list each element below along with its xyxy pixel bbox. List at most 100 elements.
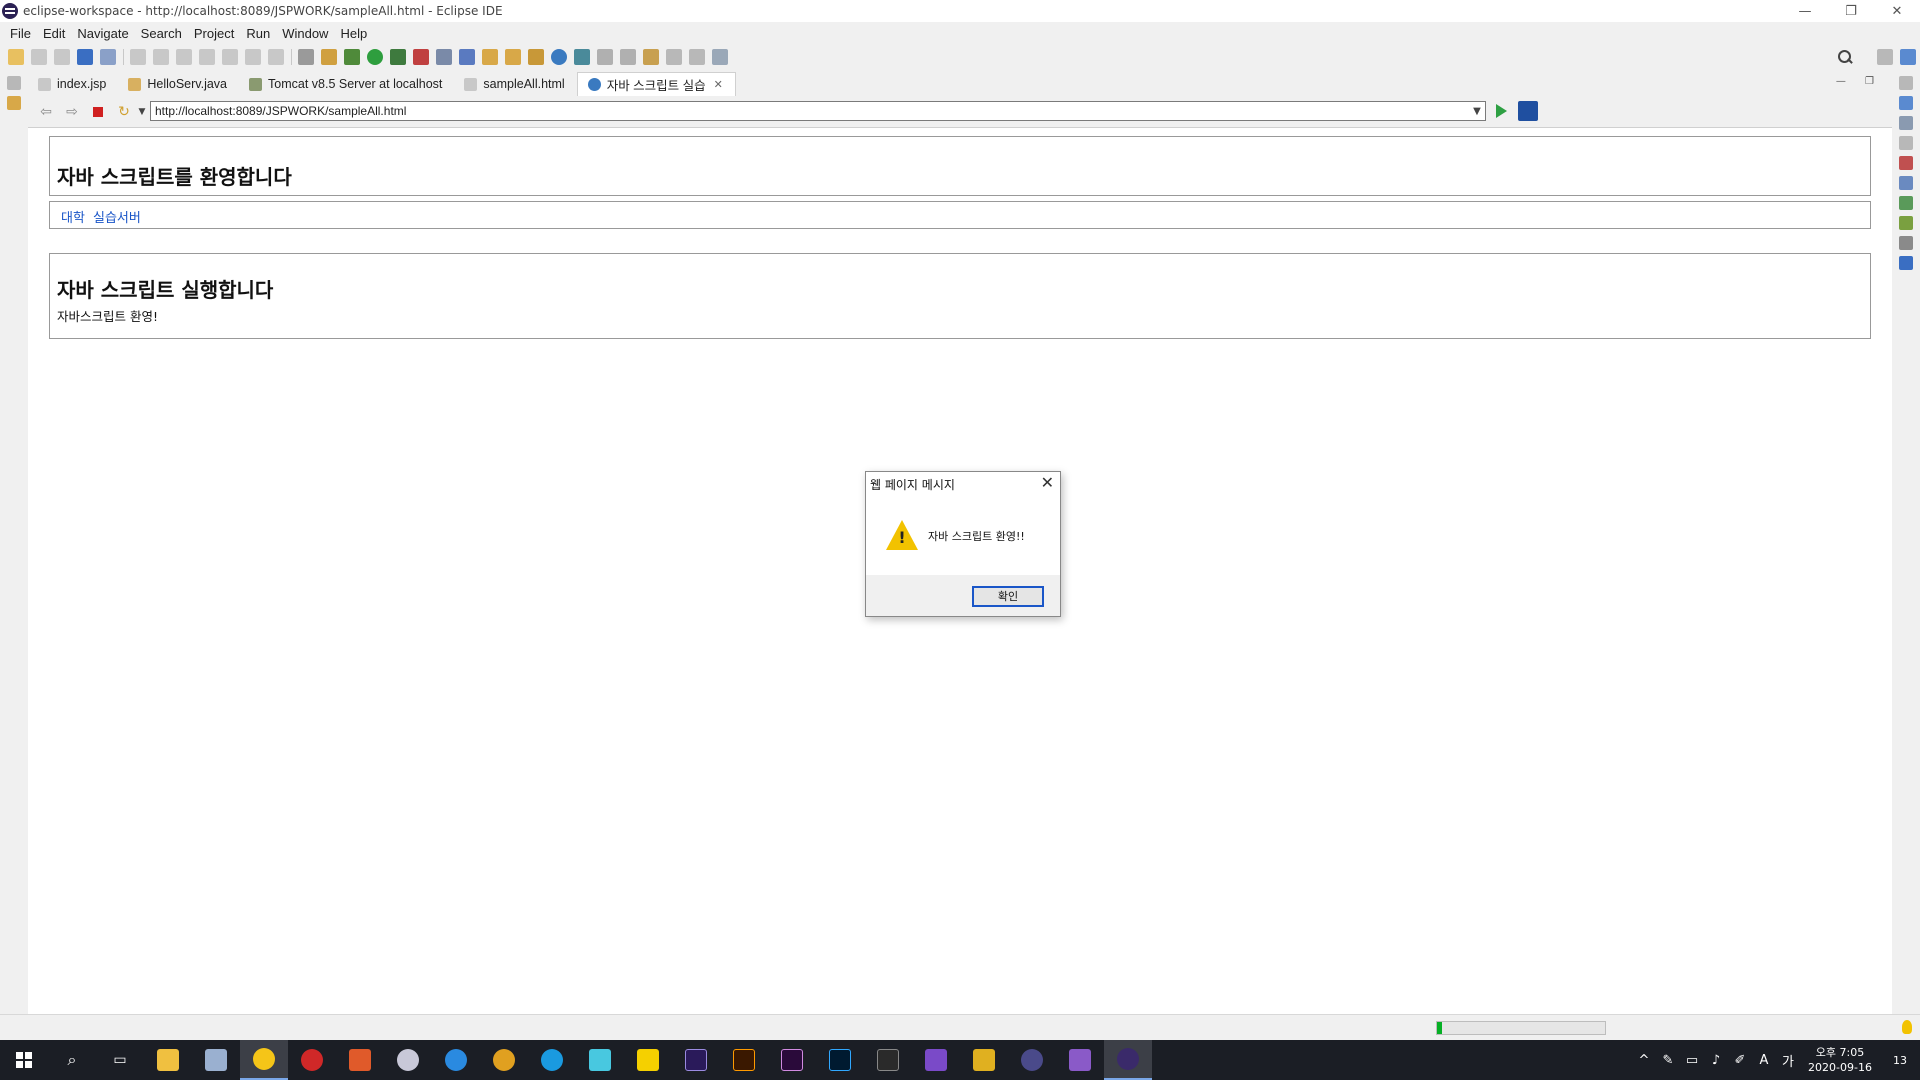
coverage-icon[interactable]	[390, 49, 406, 65]
app-icon[interactable]	[1056, 1040, 1104, 1080]
network-icon[interactable]: ▭	[1680, 1053, 1704, 1068]
menu-file[interactable]: File	[4, 26, 37, 41]
debug-icon[interactable]	[344, 49, 360, 65]
sticky-notes-icon[interactable]	[240, 1040, 288, 1080]
menu-run[interactable]: Run	[240, 26, 276, 41]
use-step-filters-icon[interactable]	[298, 49, 314, 65]
open-web-browser-icon[interactable]	[551, 49, 567, 65]
notification-center-icon[interactable]: 13	[1880, 1040, 1920, 1080]
terminal-icon[interactable]	[77, 49, 93, 65]
kakaotalk-icon[interactable]	[624, 1040, 672, 1080]
chrome-icon[interactable]	[480, 1040, 528, 1080]
eclipse-running-icon[interactable]	[1104, 1040, 1152, 1080]
terminal-app-icon[interactable]	[864, 1040, 912, 1080]
ink-icon[interactable]: ✐	[1728, 1053, 1752, 1068]
search-taskbar-icon[interactable]: ⌕	[48, 1040, 96, 1080]
restore-view-icon[interactable]	[7, 76, 21, 90]
app-icon[interactable]	[384, 1040, 432, 1080]
nav-link-university[interactable]: 대학	[61, 207, 85, 226]
tab-tomcat-server[interactable]: Tomcat v8.5 Server at localhost	[239, 72, 454, 96]
input-mode-indicator[interactable]: A	[1752, 1053, 1776, 1068]
run-icon[interactable]	[367, 49, 383, 65]
app-icon[interactable]	[192, 1040, 240, 1080]
terminate-icon[interactable]	[176, 49, 192, 65]
tab-helloserv-java[interactable]: HelloServ.java	[118, 72, 239, 96]
save-all-icon[interactable]	[54, 49, 70, 65]
tab-close-icon[interactable]: ✕	[714, 78, 723, 91]
open-perspective-icon[interactable]	[1877, 49, 1893, 65]
go-icon[interactable]	[1496, 104, 1507, 118]
edge-icon[interactable]	[528, 1040, 576, 1080]
ime-icon[interactable]: 가	[1776, 1051, 1800, 1070]
outline-icon[interactable]	[1899, 96, 1913, 110]
back-arrow-icon[interactable]: ⇦	[38, 104, 54, 120]
restore-view-icon[interactable]	[1899, 76, 1913, 90]
photoshop-icon[interactable]	[816, 1040, 864, 1080]
menu-window[interactable]: Window	[276, 26, 334, 41]
pin-editor-icon[interactable]	[712, 49, 728, 65]
url-input[interactable]: http://localhost:8089/JSPWORK/sampleAll.…	[150, 101, 1486, 121]
search-tool-icon[interactable]	[528, 49, 544, 65]
internet-explorer-icon[interactable]	[432, 1040, 480, 1080]
new-server-icon[interactable]	[436, 49, 452, 65]
web-services-icon[interactable]	[574, 49, 590, 65]
refresh-icon[interactable]: ↻	[116, 104, 132, 120]
after-effects-icon[interactable]	[672, 1040, 720, 1080]
menu-edit[interactable]: Edit	[37, 26, 71, 41]
illustrator-icon[interactable]	[720, 1040, 768, 1080]
stop-icon[interactable]	[90, 104, 106, 120]
properties-icon[interactable]	[1899, 176, 1913, 190]
app-icon[interactable]	[576, 1040, 624, 1080]
resume-icon[interactable]	[130, 49, 146, 65]
skip-breakpoints-icon[interactable]	[100, 49, 116, 65]
url-history-dropdown-icon[interactable]: ▼	[1468, 101, 1486, 121]
open-task-icon[interactable]	[505, 49, 521, 65]
dialog-close-icon[interactable]: ✕	[1041, 473, 1054, 492]
clock[interactable]: 오후 7:05 2020-09-16	[1800, 1045, 1880, 1075]
open-type-icon[interactable]	[482, 49, 498, 65]
suspend-icon[interactable]	[153, 49, 169, 65]
app-icon[interactable]	[960, 1040, 1008, 1080]
visual-studio-icon[interactable]	[912, 1040, 960, 1080]
media-player-icon[interactable]	[288, 1040, 336, 1080]
chevron-up-icon[interactable]: ^	[1632, 1053, 1656, 1068]
volume-icon[interactable]: ♪	[1704, 1053, 1728, 1068]
step-into-icon[interactable]	[222, 49, 238, 65]
restore-button[interactable]: ❐	[1828, 0, 1874, 22]
forward-icon[interactable]	[689, 49, 705, 65]
console-icon[interactable]	[1899, 256, 1913, 270]
save-icon[interactable]	[31, 49, 47, 65]
new-icon[interactable]	[8, 49, 24, 65]
step-over-icon[interactable]	[245, 49, 261, 65]
markers-icon[interactable]	[1899, 156, 1913, 170]
file-explorer-icon[interactable]	[144, 1040, 192, 1080]
task-view-icon[interactable]: ▭	[96, 1040, 144, 1080]
java-ee-perspective-icon[interactable]	[1900, 49, 1916, 65]
last-edit-location-icon[interactable]	[643, 49, 659, 65]
data-source-explorer-icon[interactable]	[1899, 216, 1913, 230]
ok-button[interactable]: 확인	[972, 586, 1044, 607]
snippets-icon[interactable]	[1899, 236, 1913, 250]
disconnect-icon[interactable]	[199, 49, 215, 65]
forward-arrow-icon[interactable]: ⇨	[64, 104, 80, 120]
menu-search[interactable]: Search	[135, 26, 188, 41]
premiere-icon[interactable]	[768, 1040, 816, 1080]
pen-icon[interactable]: ✎	[1656, 1053, 1680, 1068]
office-icon[interactable]	[336, 1040, 384, 1080]
search-icon[interactable]	[1837, 49, 1853, 65]
project-explorer-icon[interactable]	[7, 96, 21, 110]
restore-view-icon[interactable]	[1899, 136, 1913, 150]
tab-javascript-practice[interactable]: 자바 스크립트 실습 ✕	[576, 72, 736, 96]
chevron-down-icon[interactable]: ▼	[134, 104, 150, 120]
menu-navigate[interactable]: Navigate	[71, 26, 134, 41]
new-web-service-icon[interactable]	[459, 49, 475, 65]
next-annotation-icon[interactable]	[597, 49, 613, 65]
tab-index-jsp[interactable]: index.jsp	[28, 72, 118, 96]
minimize-button[interactable]: —	[1782, 0, 1828, 22]
servers-icon[interactable]	[1899, 196, 1913, 210]
previous-annotation-icon[interactable]	[620, 49, 636, 65]
tab-sampleall-html[interactable]: sampleAll.html	[454, 72, 576, 96]
build-icon[interactable]	[321, 49, 337, 65]
back-icon[interactable]	[666, 49, 682, 65]
step-return-icon[interactable]	[268, 49, 284, 65]
